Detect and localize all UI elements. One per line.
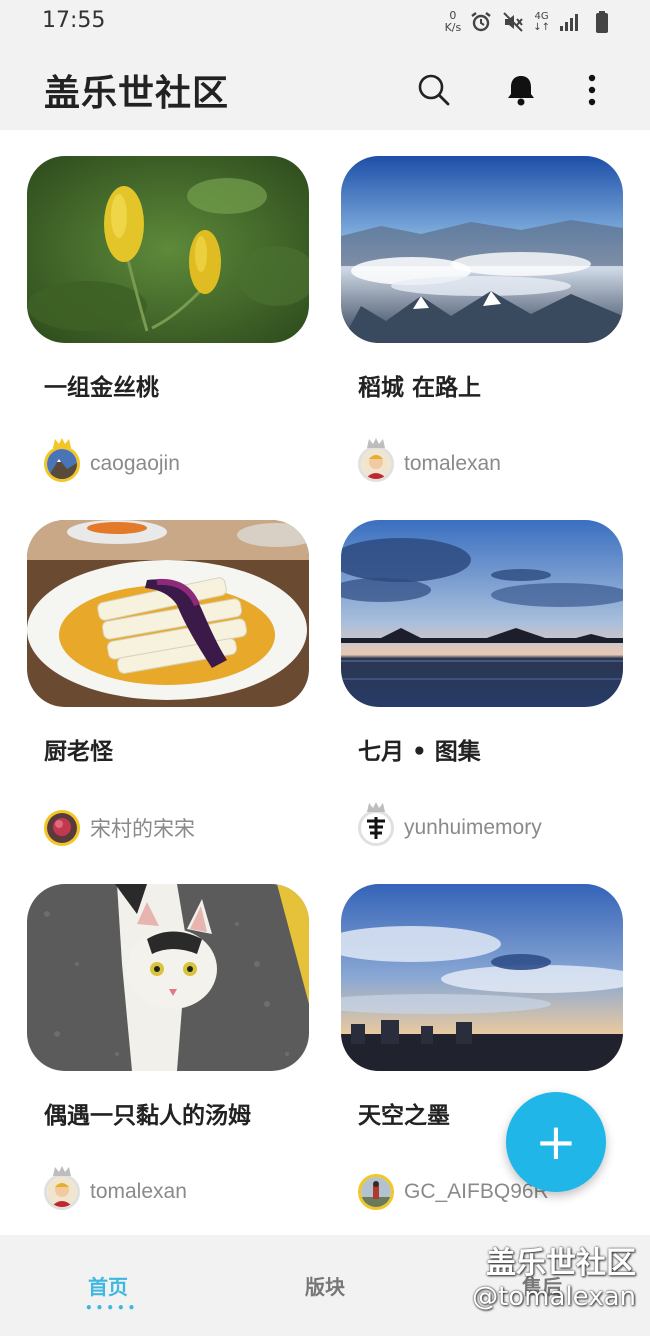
author-name[interactable]: tomalexan bbox=[404, 452, 501, 476]
notifications-button[interactable] bbox=[501, 70, 541, 110]
post-author[interactable]: caogaojin bbox=[44, 438, 180, 482]
nav-tab-home[interactable]: 首页 ••••• bbox=[85, 1271, 135, 1315]
post-author[interactable]: tomalexan bbox=[44, 1166, 187, 1210]
post-author[interactable]: GC_AIFBQ96R bbox=[358, 1174, 549, 1210]
status-icons: 0 K/s 4G ↓↑ bbox=[445, 8, 614, 36]
post-title[interactable]: 厨老怪 bbox=[44, 732, 113, 766]
author-name[interactable]: 宋村的宋宋 bbox=[90, 813, 195, 843]
nav-tab-label: 首页 bbox=[88, 1275, 128, 1299]
active-tab-indicator: ••••• bbox=[85, 1301, 139, 1315]
author-name[interactable]: GC_AIFBQ96R bbox=[404, 1180, 549, 1204]
author-name[interactable]: tomalexan bbox=[90, 1180, 187, 1204]
post-title[interactable]: 七月 • 图集 bbox=[358, 732, 481, 766]
bell-icon bbox=[508, 76, 534, 106]
signal-icon bbox=[560, 14, 578, 31]
create-post-button[interactable]: + bbox=[506, 1092, 606, 1192]
post-image-sky[interactable] bbox=[341, 884, 623, 1071]
search-icon bbox=[418, 74, 450, 106]
network-speed: 0 K/s bbox=[445, 10, 462, 34]
status-time: 17:55 bbox=[42, 8, 106, 33]
author-name[interactable]: caogaojin bbox=[90, 452, 180, 476]
data-arrows-icon: ↓↑ bbox=[533, 22, 550, 33]
post-title[interactable]: 天空之墨 bbox=[358, 1096, 450, 1130]
nav-tab-sections[interactable]: 版块 bbox=[302, 1271, 348, 1300]
app-title: 盖乐世社区 bbox=[44, 73, 230, 114]
more-vert-icon bbox=[588, 74, 596, 106]
author-name[interactable]: yunhuimemory bbox=[404, 816, 542, 840]
network-type-label: 4G bbox=[534, 11, 549, 22]
post-title[interactable]: 稻城 在路上 bbox=[358, 368, 481, 402]
post-card[interactable]: 一组金丝桃 caogaojin bbox=[27, 156, 309, 520]
mute-icon bbox=[503, 12, 524, 32]
post-image-cat[interactable] bbox=[27, 884, 309, 1071]
post-title[interactable]: 一组金丝桃 bbox=[44, 368, 159, 402]
post-author[interactable]: tomalexan bbox=[358, 438, 501, 482]
alarm-icon bbox=[471, 12, 491, 32]
crown-icon bbox=[53, 438, 71, 448]
post-image-mountains[interactable] bbox=[341, 156, 623, 343]
post-card[interactable]: 厨老怪 宋村的宋宋 bbox=[27, 520, 309, 884]
watermark-brand: 盖乐世社区 bbox=[486, 1246, 636, 1281]
plus-icon: + bbox=[535, 1113, 577, 1171]
watermark: 盖乐世社区 @tomalexan bbox=[472, 1238, 636, 1312]
post-author[interactable]: 宋村的宋宋 bbox=[44, 810, 195, 846]
post-image-flowers[interactable] bbox=[27, 156, 309, 343]
more-options-button[interactable] bbox=[572, 70, 612, 110]
post-title[interactable]: 偶遇一只黏人的汤姆 bbox=[44, 1096, 251, 1130]
network-speed-unit: K/s bbox=[444, 21, 462, 34]
post-image-dish[interactable] bbox=[27, 520, 309, 707]
author-avatar[interactable] bbox=[44, 438, 80, 482]
battery-icon bbox=[596, 11, 608, 33]
post-feed[interactable]: 一组金丝桃 caogaojin 稻城 在路上 tomalexan 厨老怪 宋村的… bbox=[0, 130, 650, 1235]
post-author[interactable]: yunhuimemory bbox=[358, 802, 542, 846]
author-avatar[interactable] bbox=[358, 438, 394, 482]
author-avatar[interactable] bbox=[44, 810, 80, 846]
crown-icon bbox=[53, 1166, 71, 1176]
watermark-user: @tomalexan bbox=[472, 1282, 636, 1312]
post-card[interactable]: 偶遇一只黏人的汤姆 tomalexan bbox=[27, 884, 309, 1235]
author-avatar[interactable] bbox=[44, 1166, 80, 1210]
network-type: 4G ↓↑ bbox=[533, 11, 550, 33]
post-card[interactable]: 七月 • 图集 yunhuimemory bbox=[341, 520, 623, 884]
author-avatar[interactable] bbox=[358, 1174, 394, 1210]
author-avatar[interactable] bbox=[358, 802, 394, 846]
post-image-lake-sunset[interactable] bbox=[341, 520, 623, 707]
app-bar: 盖乐世社区 bbox=[0, 44, 650, 130]
nav-tab-label: 版块 bbox=[305, 1275, 345, 1299]
post-card[interactable]: 稻城 在路上 tomalexan bbox=[341, 156, 623, 520]
crown-icon bbox=[367, 802, 385, 812]
crown-icon bbox=[367, 438, 385, 448]
status-bar: 17:55 0 K/s 4G ↓↑ bbox=[0, 0, 650, 44]
search-button[interactable] bbox=[414, 70, 454, 110]
